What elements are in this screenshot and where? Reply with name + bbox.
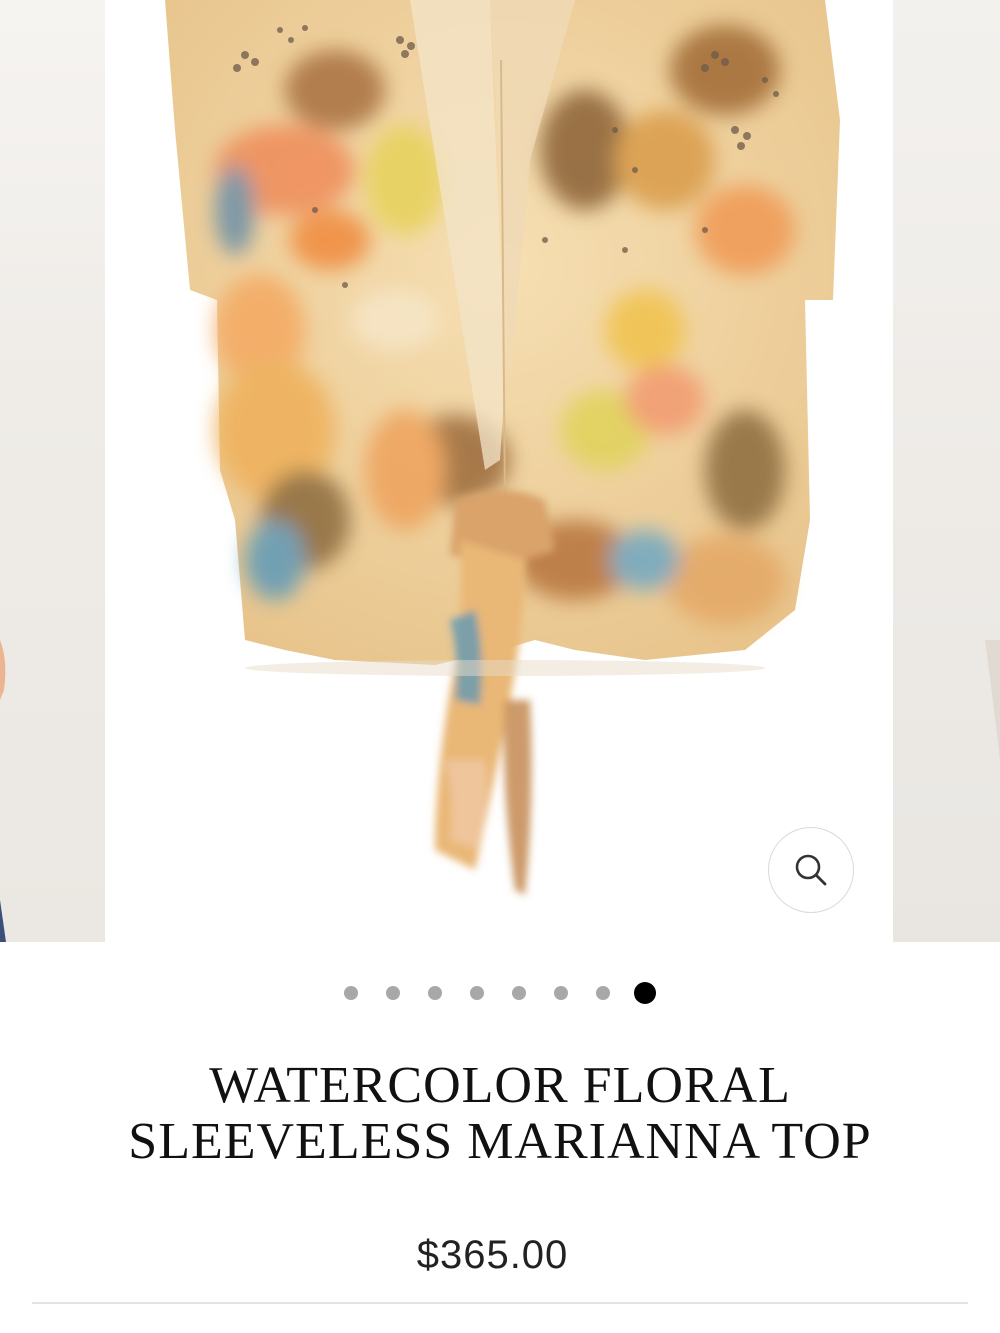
current-slide[interactable] <box>105 0 893 942</box>
previous-slide-image <box>0 640 6 942</box>
carousel-pagination <box>0 978 1000 1008</box>
product-price: $365.00 <box>416 1233 569 1277</box>
carousel-dot-6[interactable] <box>554 986 568 1000</box>
product-title-line-2: SLEEVELESS MARIANNA TOP <box>128 1113 872 1170</box>
carousel-dot-8-active[interactable] <box>634 982 656 1004</box>
zoom-button[interactable] <box>768 827 854 913</box>
carousel-dot-3[interactable] <box>428 986 442 1000</box>
next-slide-peek[interactable] <box>893 0 1000 942</box>
product-image <box>165 0 840 895</box>
next-slide-image <box>985 640 1000 760</box>
divider <box>32 1302 968 1304</box>
carousel-dot-4[interactable] <box>470 986 484 1000</box>
product-title-line-1: WATERCOLOR FLORAL <box>209 1057 791 1114</box>
product-title: WATERCOLOR FLORAL SLEEVELESS MARIANNA TO… <box>40 1058 960 1170</box>
carousel-dot-7[interactable] <box>596 986 610 1000</box>
magnifier-icon <box>795 854 827 886</box>
carousel-dot-5[interactable] <box>512 986 526 1000</box>
image-carousel[interactable] <box>0 0 1000 942</box>
previous-slide-peek[interactable] <box>0 0 105 942</box>
carousel-dot-2[interactable] <box>386 986 400 1000</box>
carousel-dot-1[interactable] <box>344 986 358 1000</box>
product-page: WATERCOLOR FLORAL SLEEVELESS MARIANNA TO… <box>0 0 1000 1333</box>
